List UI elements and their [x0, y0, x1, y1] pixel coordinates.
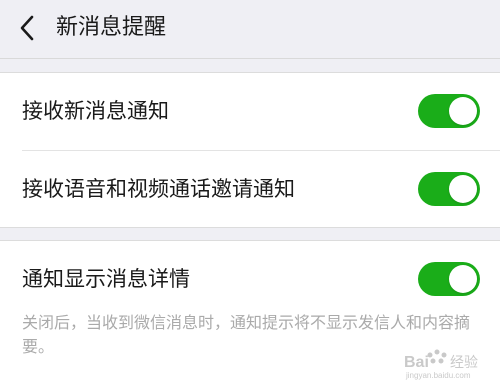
svg-text:jingyan.baidu.com: jingyan.baidu.com — [405, 371, 471, 380]
toggle-receive-new-messages[interactable] — [418, 94, 480, 128]
svg-text:Bai: Bai — [404, 354, 429, 371]
setting-label-show-message-details: 通知显示消息详情 — [22, 267, 190, 291]
notification-settings-group: 接收新消息通知 接收语音和视频通话邀请通知 — [0, 72, 500, 228]
baidu-logo-icon: Bai 经验 jingyan.baidu.com — [404, 349, 478, 380]
toggle-knob — [449, 175, 477, 203]
setting-label-receive-new-messages: 接收新消息通知 — [22, 99, 169, 123]
toggle-voice-video-invites[interactable] — [418, 172, 480, 206]
svg-text:经验: 经验 — [450, 355, 478, 371]
toggle-knob — [449, 265, 477, 293]
page-title: 新消息提醒 — [56, 15, 167, 40]
baidu-jingyan-watermark: Bai 经验 jingyan.baidu.com — [400, 341, 490, 381]
top-nav-bar: 新消息提醒 — [0, 0, 500, 59]
setting-row-receive-new-messages[interactable]: 接收新消息通知 — [0, 73, 500, 149]
back-button[interactable] — [10, 10, 46, 46]
toggle-knob — [449, 97, 477, 125]
setting-label-voice-video-invites: 接收语音和视频通话邀请通知 — [22, 177, 295, 201]
toggle-show-message-details[interactable] — [418, 262, 480, 296]
setting-row-show-message-details[interactable]: 通知显示消息详情 — [0, 241, 500, 317]
back-arrow-icon — [20, 15, 34, 41]
setting-row-voice-video-invites[interactable]: 接收语音和视频通话邀请通知 — [0, 151, 500, 227]
